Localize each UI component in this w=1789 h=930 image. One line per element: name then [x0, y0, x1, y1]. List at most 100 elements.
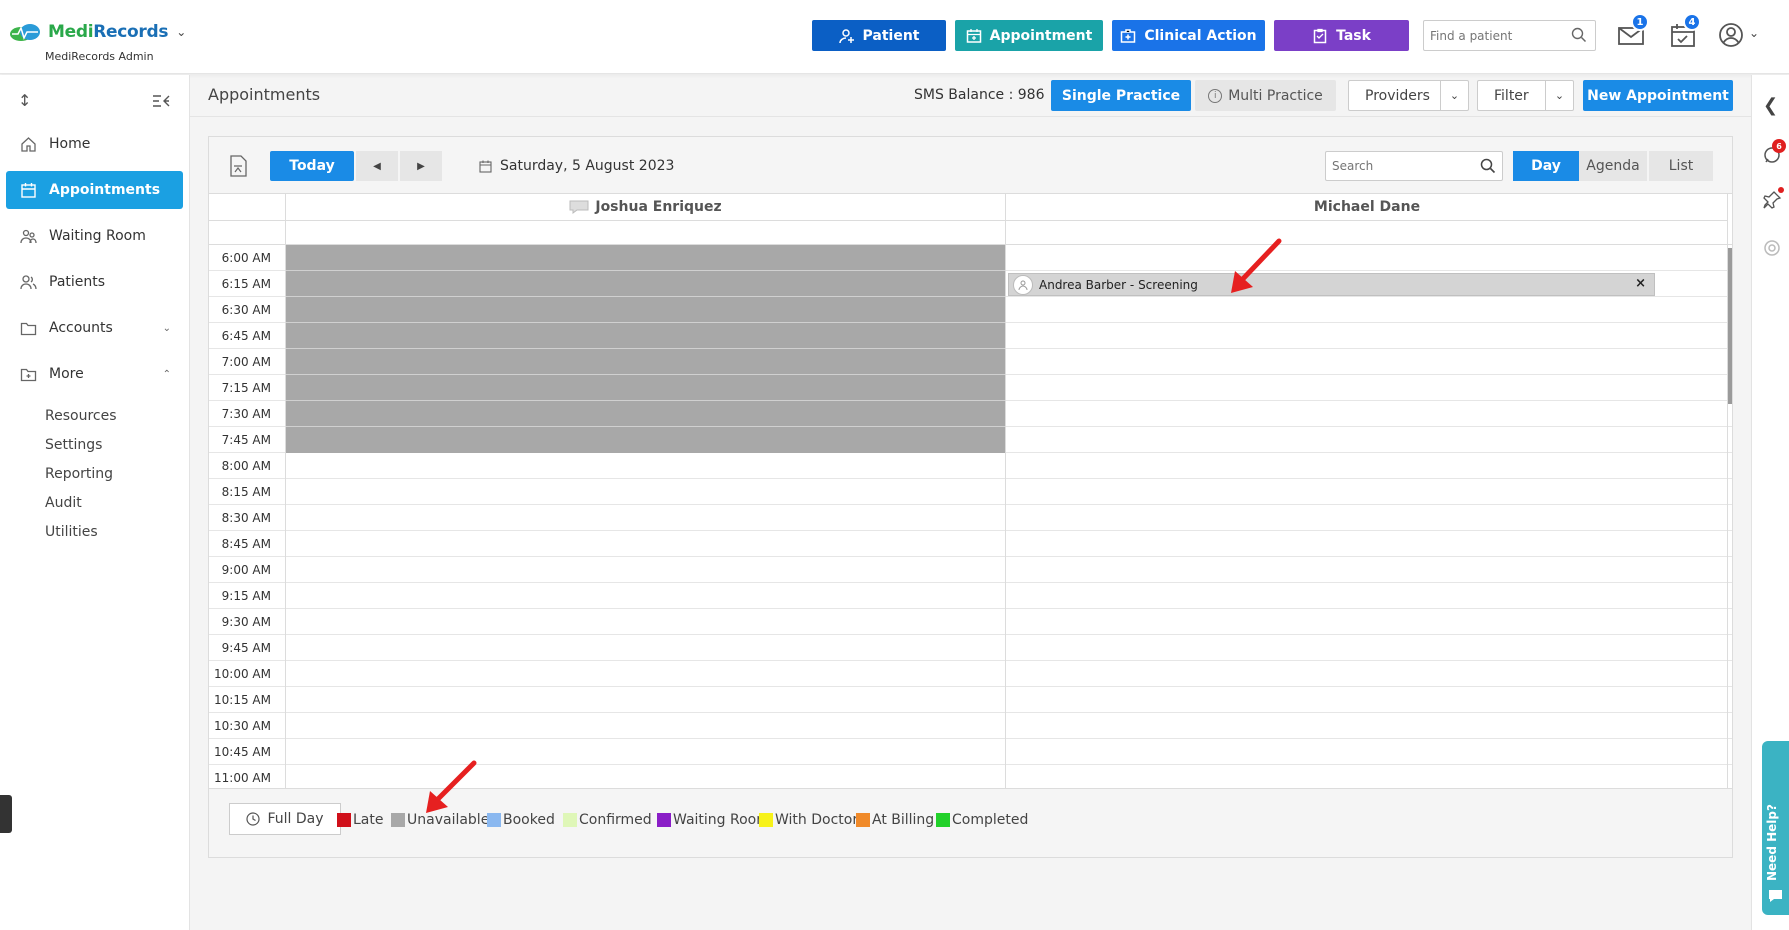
current-date-label: Saturday, 5 August 2023: [500, 158, 675, 174]
calendar-icon: [479, 160, 492, 173]
legend-label: Late: [353, 812, 384, 828]
need-help-tab[interactable]: Need Help?: [1762, 741, 1789, 915]
calendar-search-field[interactable]: [1325, 151, 1503, 181]
sidebar-item-waiting-room[interactable]: Waiting Room: [6, 217, 183, 255]
appointment-event[interactable]: Andrea Barber - Screening ×: [1008, 273, 1655, 296]
calendar-search-input[interactable]: [1332, 152, 1472, 180]
time-label: 8:45 AM: [221, 537, 271, 551]
folder-plus-icon: [20, 368, 37, 381]
sidebar-subitem-resources[interactable]: Resources: [0, 401, 189, 430]
chevron-down-icon[interactable]: ⌄: [176, 25, 186, 39]
time-label: 9:00 AM: [221, 563, 271, 577]
clinical-action-button[interactable]: Clinical Action: [1112, 20, 1265, 51]
annotation-arrow-icon: [1231, 238, 1282, 293]
full-day-label: Full Day: [267, 811, 324, 827]
sidebar-subitem-audit[interactable]: Audit: [0, 488, 189, 517]
message-icon[interactable]: [569, 200, 589, 214]
patient-button[interactable]: Patient: [812, 20, 946, 51]
legend-swatch: [337, 813, 351, 827]
time-slot-row[interactable]: 10:15 AM: [209, 687, 1732, 713]
divider: [286, 348, 1005, 349]
home-icon: [21, 136, 36, 152]
print-document-icon[interactable]: [229, 155, 247, 177]
multi-practice-label: Multi Practice: [1228, 87, 1323, 104]
view-day-button[interactable]: Day: [1513, 151, 1579, 181]
chevron-down-icon: ⌄: [162, 322, 171, 334]
full-day-button[interactable]: Full Day: [229, 803, 341, 835]
time-slot-row[interactable]: 9:00 AM: [209, 557, 1732, 583]
time-slot-row[interactable]: 8:15 AM: [209, 479, 1732, 505]
next-day-button[interactable]: ▶: [400, 151, 442, 181]
unavailable-block[interactable]: [286, 245, 1005, 453]
user-menu[interactable]: ⌄: [1718, 22, 1759, 50]
sidebar-item-accounts[interactable]: Accounts ⌄: [6, 309, 183, 347]
sidebar-item-more[interactable]: More ⌃: [6, 355, 183, 393]
new-appointment-button[interactable]: New Appointment: [1583, 80, 1733, 111]
feedback-tab[interactable]: [0, 795, 12, 833]
provider-column-header[interactable]: Michael Dane: [1006, 194, 1728, 221]
scrollbar[interactable]: [1728, 248, 1732, 404]
brand-subtitle: MediRecords Admin: [45, 50, 154, 63]
time-label: 6:30 AM: [221, 303, 271, 317]
sidebar-item-home[interactable]: Home: [6, 125, 183, 163]
today-button[interactable]: Today: [270, 151, 354, 181]
brand-logo[interactable]: MediRecords ⌄: [8, 22, 186, 42]
top-header: MediRecords ⌄ MediRecords Admin Patient …: [0, 0, 1789, 74]
chevron-down-icon[interactable]: ⌄: [1440, 81, 1468, 110]
mail-button[interactable]: 1: [1617, 13, 1649, 50]
legend-swatch: [563, 813, 577, 827]
time-slot-row[interactable]: 9:15 AM: [209, 583, 1732, 609]
close-icon[interactable]: ×: [1635, 276, 1646, 291]
multi-practice-button[interactable]: i Multi Practice: [1195, 80, 1336, 111]
sidebar-subitem-settings[interactable]: Settings: [0, 430, 189, 459]
sms-balance: SMS Balance : 986: [914, 87, 1045, 103]
sidebar-item-appointments[interactable]: Appointments: [6, 171, 183, 209]
pin-icon[interactable]: [1762, 190, 1782, 210]
legend-swatch: [487, 813, 501, 827]
provider-name: Michael Dane: [1313, 199, 1421, 215]
providers-dropdown[interactable]: Providers ⌄: [1348, 80, 1469, 111]
legend-item-with-doctor: With Doctor: [759, 812, 858, 828]
legend-label: Completed: [952, 812, 1029, 828]
annotation-arrow-icon: [426, 760, 477, 813]
filter-dropdown[interactable]: Filter ⌄: [1477, 80, 1574, 111]
current-date[interactable]: Saturday, 5 August 2023: [479, 158, 674, 174]
legend-label: Booked: [503, 812, 555, 828]
divider: [286, 400, 1005, 401]
provider-column-header[interactable]: Joshua Enriquez: [286, 194, 1005, 221]
calendar-icon: [21, 182, 36, 198]
appointment-button[interactable]: Appointment: [955, 20, 1103, 51]
time-slot-row[interactable]: 10:00 AM: [209, 661, 1732, 687]
sidebar-subitem-utilities[interactable]: Utilities: [0, 517, 189, 546]
sidebar-item-label: Accounts: [49, 320, 113, 336]
previous-day-button[interactable]: ◀: [356, 151, 398, 181]
at-mention-icon[interactable]: [1762, 238, 1782, 258]
collapse-sidebar-icon[interactable]: [152, 94, 170, 108]
time-slot-row[interactable]: 8:00 AM: [209, 453, 1732, 479]
view-list-button[interactable]: List: [1649, 151, 1713, 181]
time-slot-row[interactable]: 8:30 AM: [209, 505, 1732, 531]
chevron-down-icon[interactable]: ⌄: [1545, 81, 1573, 110]
time-slot-row[interactable]: 9:45 AM: [209, 635, 1732, 661]
resize-vertical-icon[interactable]: ↕: [18, 91, 31, 110]
sidebar-subitem-reporting[interactable]: Reporting: [0, 459, 189, 488]
sidebar-item-patients[interactable]: Patients: [6, 263, 183, 301]
view-agenda-button[interactable]: Agenda: [1579, 151, 1647, 181]
time-slot-row[interactable]: 8:45 AM: [209, 531, 1732, 557]
all-day-row[interactable]: [209, 221, 1732, 245]
single-practice-button[interactable]: Single Practice: [1051, 80, 1191, 111]
calendar-tasks-button[interactable]: 4: [1669, 13, 1701, 50]
chat-count-badge: 6: [1772, 139, 1786, 153]
task-button[interactable]: Task: [1274, 20, 1409, 51]
chevron-left-icon[interactable]: ❮: [1763, 95, 1778, 116]
info-icon: i: [1208, 88, 1223, 103]
find-patient-input[interactable]: [1430, 21, 1565, 50]
time-slot-row[interactable]: 10:30 AM: [209, 713, 1732, 739]
time-slot-row[interactable]: 9:30 AM: [209, 609, 1732, 635]
search-icon[interactable]: [1571, 27, 1587, 43]
time-label: 10:45 AM: [214, 745, 271, 759]
search-icon[interactable]: [1480, 158, 1496, 174]
divider: [286, 270, 1005, 271]
time-label: 6:00 AM: [221, 251, 271, 265]
find-patient-field[interactable]: [1423, 20, 1596, 51]
